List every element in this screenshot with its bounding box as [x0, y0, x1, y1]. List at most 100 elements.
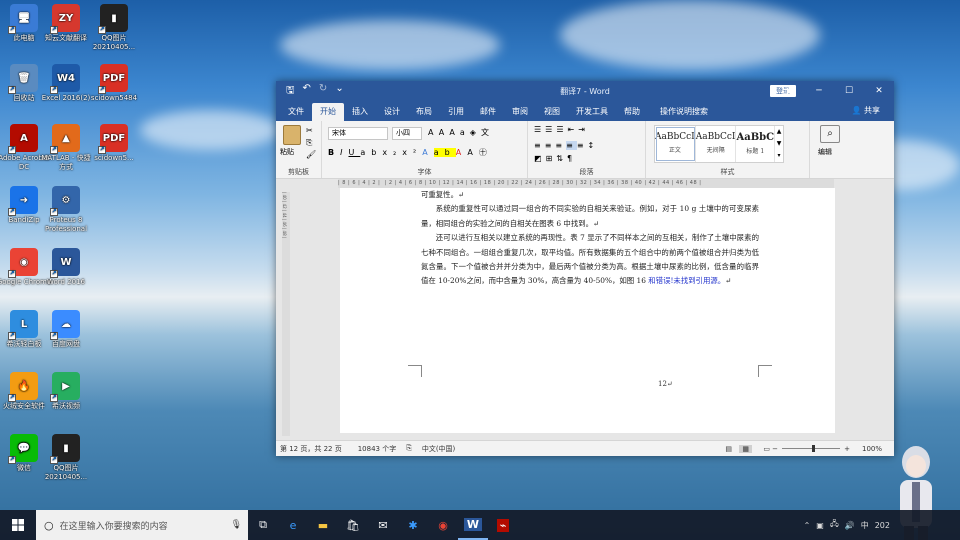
font-color-icon[interactable]: A — [456, 148, 468, 157]
zoom-in-icon[interactable]: + — [844, 445, 850, 453]
style-heading-1[interactable]: AaBbC 标题 1 — [736, 126, 776, 162]
read-mode-icon[interactable]: ▤ — [725, 445, 732, 453]
char-shading-icon[interactable]: A — [467, 148, 478, 157]
justify-icon[interactable]: ≡ — [566, 141, 577, 150]
store-icon[interactable]: 🛍 — [338, 510, 368, 540]
desktop-icon[interactable]: ⚙ ↗ Proteus 8 Professional — [38, 186, 94, 234]
redo-icon[interactable]: ↻ — [319, 83, 327, 100]
line-spacing-icon[interactable]: ↕ — [588, 141, 599, 150]
shading-icon[interactable]: ◩ — [534, 154, 546, 163]
desktop-icon[interactable]: ▮ ↗ QQ图片 20210405... — [86, 4, 142, 52]
zoom-out-icon[interactable]: − — [772, 445, 778, 453]
shrink-font-icon[interactable]: A — [439, 128, 450, 137]
zoom-slider[interactable] — [782, 445, 840, 452]
save-icon[interactable]: 🖫 — [286, 83, 295, 100]
align-right-icon[interactable]: ≡ — [555, 141, 566, 150]
undo-icon[interactable]: ↶ — [303, 83, 311, 100]
align-left-icon[interactable]: ≡ — [534, 141, 545, 150]
mail-icon[interactable]: ✉ — [368, 510, 398, 540]
acrobat-taskbar-icon[interactable]: ⌁ — [488, 510, 518, 540]
print-layout-icon[interactable]: ▦ — [739, 444, 752, 453]
underline-icon[interactable]: U — [348, 148, 360, 157]
find-icon[interactable]: ⌕ — [820, 125, 840, 143]
tab-9[interactable]: 开发工具 — [568, 103, 616, 121]
tab-8[interactable]: 视图 — [536, 103, 568, 121]
font-name-box[interactable]: 宋体 — [328, 127, 388, 140]
tab-11[interactable]: 操作说明搜索 — [652, 103, 716, 121]
clock[interactable]: 202 — [875, 521, 890, 530]
network-icon[interactable]: 🖧 — [830, 518, 839, 532]
subscript-icon[interactable]: x₂ — [382, 148, 402, 157]
search-input[interactable]: 在这里输入你要搜索的内容 — [60, 519, 168, 532]
distributed-icon[interactable]: ≡ — [577, 141, 588, 150]
pinned-star-icon[interactable]: ✱ — [398, 510, 428, 540]
clear-format-icon[interactable]: ◈ — [470, 128, 481, 137]
highlight-icon[interactable]: ab — [433, 148, 456, 157]
cut-icon[interactable]: ✂ — [306, 125, 316, 137]
share-button[interactable]: 👤 共享 — [851, 105, 880, 116]
zoom-level[interactable]: 100% — [862, 445, 882, 453]
word-taskbar-icon[interactable]: W — [458, 510, 488, 540]
tray-app-icon[interactable]: ▣ — [816, 521, 824, 530]
desktop-icon[interactable]: ▮ ↗ QQ图片 20210405... — [38, 434, 94, 482]
ribbon-display-icon[interactable]: ▣ — [774, 81, 804, 101]
desktop-icon[interactable]: PDF ↗ scidown5484 — [86, 64, 142, 103]
copy-icon[interactable]: ⎘ — [306, 137, 316, 149]
file-explorer-icon[interactable]: ▬ — [308, 510, 338, 540]
edge-icon[interactable]: e — [278, 510, 308, 540]
format-painter-icon[interactable]: 🖌 — [306, 149, 316, 161]
task-view-icon[interactable]: ⧉ — [248, 510, 278, 540]
chrome-icon[interactable]: ◉ — [428, 510, 458, 540]
style-normal[interactable]: AaBbCcI 正文 — [655, 126, 696, 162]
tab-1[interactable]: 开始 — [312, 103, 344, 121]
decrease-indent-icon[interactable]: ⇤ — [568, 125, 579, 134]
change-case-icon[interactable]: Aa — [449, 128, 469, 137]
style-no-spacing[interactable]: AaBbCcI 无间隔 — [696, 126, 737, 162]
grow-font-icon[interactable]: A — [428, 128, 439, 137]
align-center-icon[interactable]: ≡ — [545, 141, 556, 150]
numbering-icon[interactable]: ☰ — [545, 125, 556, 134]
language[interactable]: 中文(中国) — [422, 444, 455, 454]
tab-5[interactable]: 引用 — [440, 103, 472, 121]
title-bar[interactable]: 🖫 ↶ ↻ ⌄ 翻译7 - Word 登录 ▣ ─ ☐ ✕ — [276, 81, 894, 101]
document-page[interactable]: 可重复性。↵ 系统的重复性可以通过同一组合的不同实验的自相关来验证。例如，对于 … — [340, 188, 835, 433]
tab-4[interactable]: 布局 — [408, 103, 440, 121]
phonetic-icon[interactable]: 文 — [481, 128, 494, 137]
tab-10[interactable]: 帮助 — [616, 103, 648, 121]
close-button[interactable]: ✕ — [864, 81, 894, 101]
strikethrough-icon[interactable]: ab — [360, 148, 382, 157]
increase-indent-icon[interactable]: ⇥ — [578, 125, 589, 134]
mic-icon[interactable]: 🎙 — [231, 520, 242, 530]
borders-icon[interactable]: ⊞ — [546, 154, 557, 163]
tab-6[interactable]: 邮件 — [472, 103, 504, 121]
document-area[interactable]: | 40 | 42 | 44 | 46 | 48 | 可重复性。↵ 系统的重复性… — [276, 188, 894, 440]
sort-icon[interactable]: ⇅ — [556, 154, 567, 163]
tab-3[interactable]: 设计 — [376, 103, 408, 121]
vertical-ruler[interactable]: | 40 | 42 | 44 | 46 | 48 | — [282, 192, 290, 436]
start-button[interactable] — [0, 510, 36, 540]
word-window[interactable]: 🖫 ↶ ↻ ⌄ 翻译7 - Word 登录 ▣ ─ ☐ ✕ 文件 开始 插入 设计 布局… — [276, 81, 894, 456]
volume-icon[interactable]: 🔊 — [845, 521, 855, 530]
zoom-slider-thumb[interactable] — [812, 445, 815, 452]
multilevel-list-icon[interactable]: ☰ — [556, 125, 567, 134]
horizontal-ruler[interactable]: | 8 | 6 | 4 | 2 | | 2 | 4 | 6 | 8 | 10 |… — [338, 179, 834, 188]
web-layout-icon[interactable]: ▭ — [763, 445, 770, 453]
enclose-char-icon[interactable]: ㊉ — [479, 148, 493, 157]
search-box[interactable]: ○ 在这里输入你要搜索的内容 🎙 — [36, 510, 248, 540]
paste-button[interactable]: 粘贴 — [280, 147, 294, 157]
styles-scroll[interactable]: ▲ ▼ ▾ — [775, 126, 783, 162]
tab-0[interactable]: 文件 — [280, 103, 312, 121]
tab-2[interactable]: 插入 — [344, 103, 376, 121]
word-count[interactable]: 10843 个字 — [358, 444, 397, 454]
customize-qat-icon[interactable]: ⌄ — [335, 83, 343, 100]
bold-icon[interactable]: B — [328, 148, 340, 157]
document-text[interactable]: 可重复性。↵ 系统的重复性可以通过同一组合的不同实验的自相关来验证。例如，对于 … — [421, 188, 759, 289]
desktop-icon[interactable]: PDF ↗ scidown5... — [86, 124, 142, 163]
tab-7[interactable]: 审阅 — [504, 103, 536, 121]
superscript-icon[interactable]: x² — [402, 148, 422, 157]
reference-error[interactable]: 和错误!未找到引用源。 — [648, 276, 725, 285]
page-count[interactable]: 第 12 页，共 22 页 — [280, 444, 342, 454]
text-effects-icon[interactable]: A — [422, 148, 433, 157]
maximize-button[interactable]: ☐ — [834, 81, 864, 101]
proofing-icon[interactable]: ⎘ — [406, 444, 412, 453]
